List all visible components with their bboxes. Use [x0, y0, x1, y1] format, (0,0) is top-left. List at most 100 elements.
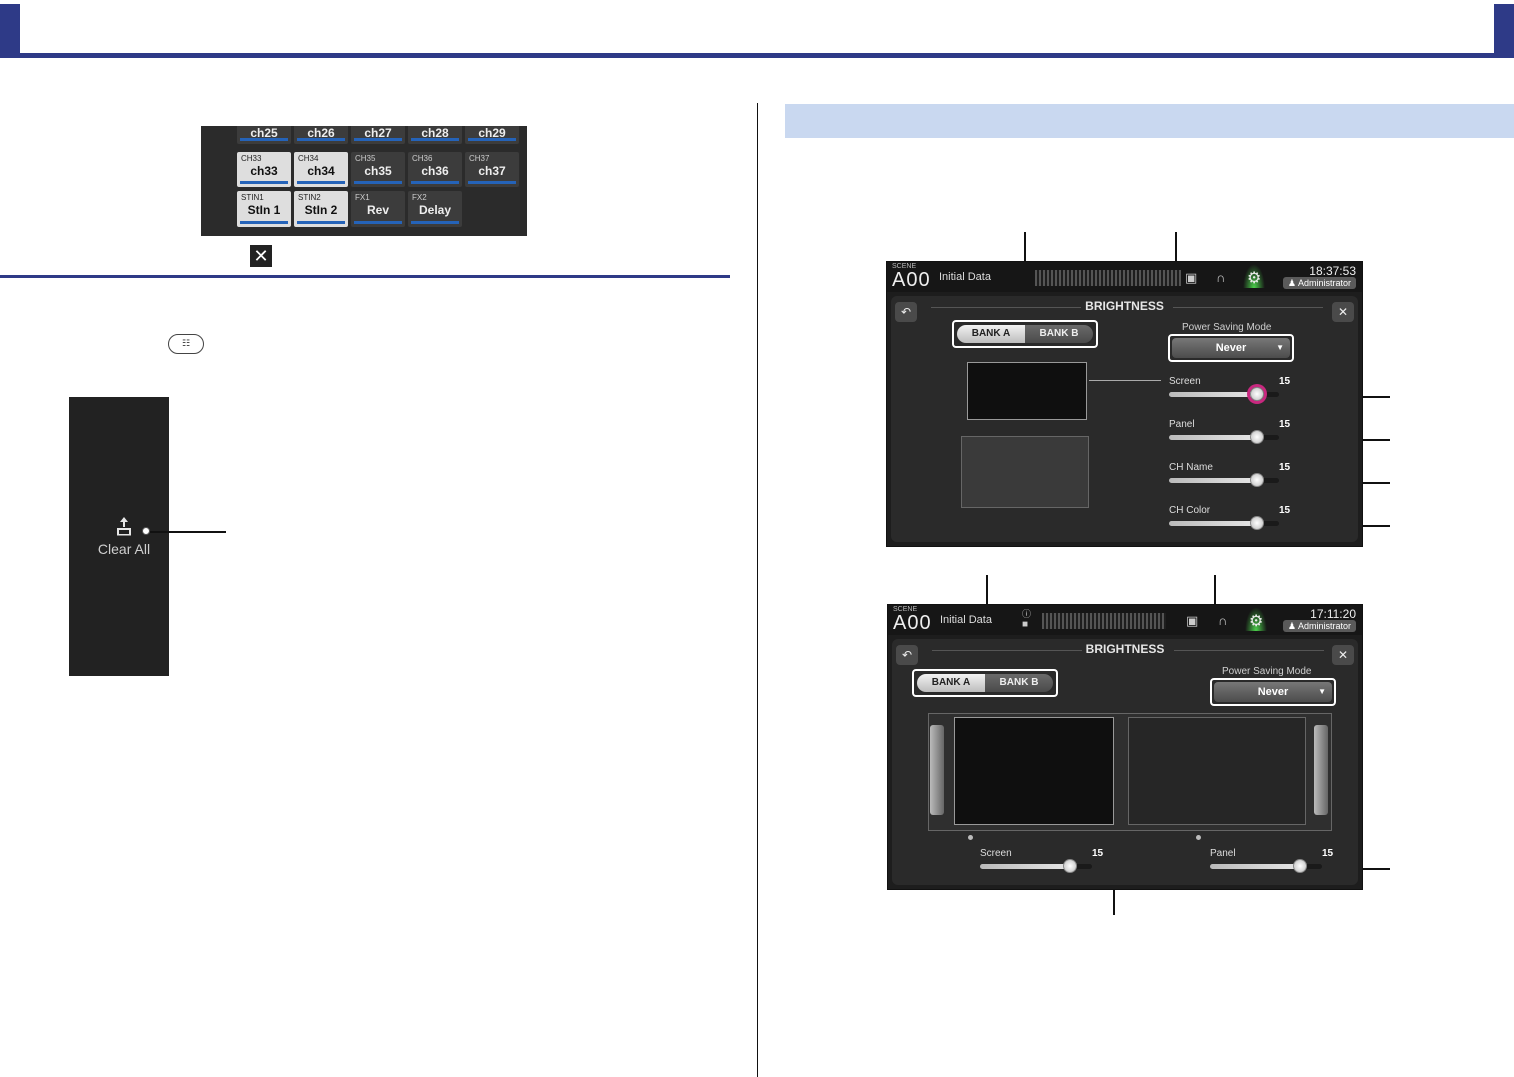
- recorder-icon[interactable]: ▣: [1186, 613, 1198, 629]
- channel-tag: FX2: [412, 193, 427, 202]
- bank-a-button[interactable]: BANK A: [917, 674, 985, 692]
- slider-knob[interactable]: [1250, 516, 1264, 530]
- header-frame: [0, 4, 1514, 58]
- panel-illustration: [961, 436, 1089, 508]
- channel-name: ch33: [250, 164, 278, 178]
- close-button[interactable]: ✕: [1332, 645, 1354, 665]
- status-bar: SCENE A00 Initial Data ⓘ ■ ▣ ∩ ⚙ 17:11:2…: [888, 605, 1362, 635]
- channel-color-bar: [240, 221, 288, 224]
- slider-knob[interactable]: [1062, 859, 1077, 873]
- channel-color-bar: [297, 138, 345, 141]
- clear-all-icon[interactable]: [115, 516, 133, 536]
- channel-tag: STIN1: [241, 193, 264, 202]
- channel-button[interactable]: FX1 Rev: [351, 191, 405, 227]
- channel-button[interactable]: CH34 ch34: [294, 152, 348, 187]
- channel-name: ch36: [421, 164, 449, 178]
- slider-label: Screen: [1169, 376, 1201, 387]
- chevron-down-icon: ▼: [1276, 343, 1284, 352]
- channel-tag: CH33: [241, 154, 262, 163]
- power-saving-label: Power Saving Mode: [1182, 322, 1272, 333]
- slider-knob[interactable]: [1250, 473, 1264, 487]
- clear-all-button[interactable]: Clear All: [80, 541, 168, 557]
- close-icon: ✕: [1337, 648, 1349, 662]
- channel-button[interactable]: CH35 ch35: [351, 152, 405, 187]
- user-badge[interactable]: ♟ Administrator: [1282, 620, 1356, 632]
- user-badge[interactable]: ♟ Administrator: [1282, 277, 1356, 289]
- channel-button[interactable]: ch29: [465, 126, 519, 144]
- back-button[interactable]: ↶: [895, 302, 917, 322]
- channel-color-bar: [297, 221, 345, 224]
- bank-a-button[interactable]: BANK A: [957, 325, 1025, 343]
- header-cap-right: [1494, 4, 1514, 58]
- close-icon[interactable]: ✕: [250, 245, 272, 267]
- slider-value: 15: [1092, 848, 1104, 859]
- headphones-icon[interactable]: ∩: [1216, 270, 1225, 285]
- slider-value: 15: [1279, 419, 1291, 430]
- slider-fill: [1169, 521, 1257, 526]
- channel-button[interactable]: FX2 Delay: [408, 191, 462, 227]
- slider-fill: [1210, 864, 1300, 869]
- channel-button[interactable]: STIN2 StIn 2: [294, 191, 348, 227]
- channel-button[interactable]: ch26: [294, 126, 348, 144]
- slider-label: Panel: [1210, 848, 1236, 859]
- power-saving-label: Power Saving Mode: [1222, 666, 1312, 677]
- bank-b-button[interactable]: BANK B: [985, 674, 1053, 692]
- user-icon: ♟: [1287, 621, 1296, 631]
- user-name: Administrator: [1297, 278, 1351, 288]
- slider-fill: [1169, 478, 1257, 483]
- headphones-icon[interactable]: ∩: [1218, 613, 1227, 628]
- channel-button[interactable]: STIN1 StIn 1: [237, 191, 291, 227]
- scene-name[interactable]: Initial Data: [939, 271, 991, 283]
- lock-icon[interactable]: ■: [1022, 619, 1028, 630]
- channel-button[interactable]: ch25: [237, 126, 291, 144]
- scene-id[interactable]: A00: [892, 269, 931, 292]
- brightness-dialog: BRIGHTNESS ↶ ✕ BANK A BANK B Power Savin…: [891, 296, 1358, 542]
- channel-color-bar: [297, 181, 345, 184]
- channel-button[interactable]: CH36 ch36: [408, 152, 462, 187]
- slider-knob[interactable]: [1250, 430, 1264, 444]
- channel-button[interactable]: ch28: [408, 126, 462, 144]
- channel-name: Rev: [366, 203, 389, 217]
- scene-name[interactable]: Initial Data: [940, 614, 992, 626]
- slider-value: 15: [1322, 848, 1334, 859]
- recorder-icon[interactable]: ▣: [1185, 270, 1197, 286]
- menu-icon[interactable]: ☷: [168, 334, 204, 354]
- gear-icon[interactable]: ⚙: [1247, 268, 1261, 288]
- slider-fill: [980, 864, 1070, 869]
- brightness-screen-1: SCENE A00 Initial Data ▣ ∩ ⚙ 18:37:53 ♟ …: [886, 261, 1363, 547]
- channel-select-grid: ch25 ch26 ch27 ch28 ch29 CH33 ch33 CH34 ch34 CH35…: [201, 126, 527, 236]
- slider-fill: [1169, 435, 1257, 440]
- scene-id[interactable]: A00: [893, 612, 932, 635]
- brightness-dialog: BRIGHTNESS ↶ ✕ BANK A BANK B Power Savin…: [892, 639, 1358, 885]
- bank-selector: BANK A BANK B: [952, 320, 1098, 348]
- channel-color-bar: [240, 138, 288, 141]
- channel-tag: STIN2: [298, 193, 321, 202]
- slider-label: CH Color: [1169, 505, 1211, 516]
- channel-color-bar: [354, 181, 402, 184]
- channel-name: ch35: [364, 164, 392, 178]
- channel-button[interactable]: CH37 ch37: [465, 152, 519, 187]
- section-heading-band: [785, 104, 1514, 138]
- power-saving-select[interactable]: Never ▼: [1210, 678, 1336, 706]
- clock: 18:37:53: [1309, 264, 1356, 278]
- channel-tag: CH35: [355, 154, 376, 163]
- dialog-title: BRIGHTNESS: [1085, 642, 1165, 656]
- channel-color-bar: [468, 138, 516, 141]
- channel-color-bar: [354, 138, 402, 141]
- slider-knob[interactable]: [1250, 387, 1264, 401]
- bank-b-button[interactable]: BANK B: [1025, 325, 1093, 343]
- user-icon: ♟: [1287, 278, 1296, 288]
- dialog-title: BRIGHTNESS: [1085, 299, 1164, 313]
- back-button[interactable]: ↶: [896, 645, 918, 665]
- channel-button[interactable]: ch27: [351, 126, 405, 144]
- channel-color-bar: [354, 221, 402, 224]
- slider-knob[interactable]: [1292, 859, 1307, 873]
- panel-illustration: [1128, 717, 1306, 825]
- gear-icon[interactable]: ⚙: [1249, 611, 1263, 631]
- power-saving-select[interactable]: Never ▼: [1168, 334, 1294, 362]
- section-rule: [0, 275, 730, 278]
- channel-button[interactable]: CH33 ch33: [237, 152, 291, 187]
- slider-label: CH Name: [1169, 462, 1213, 473]
- close-button[interactable]: ✕: [1332, 302, 1354, 322]
- slider-label: Screen: [980, 848, 1012, 859]
